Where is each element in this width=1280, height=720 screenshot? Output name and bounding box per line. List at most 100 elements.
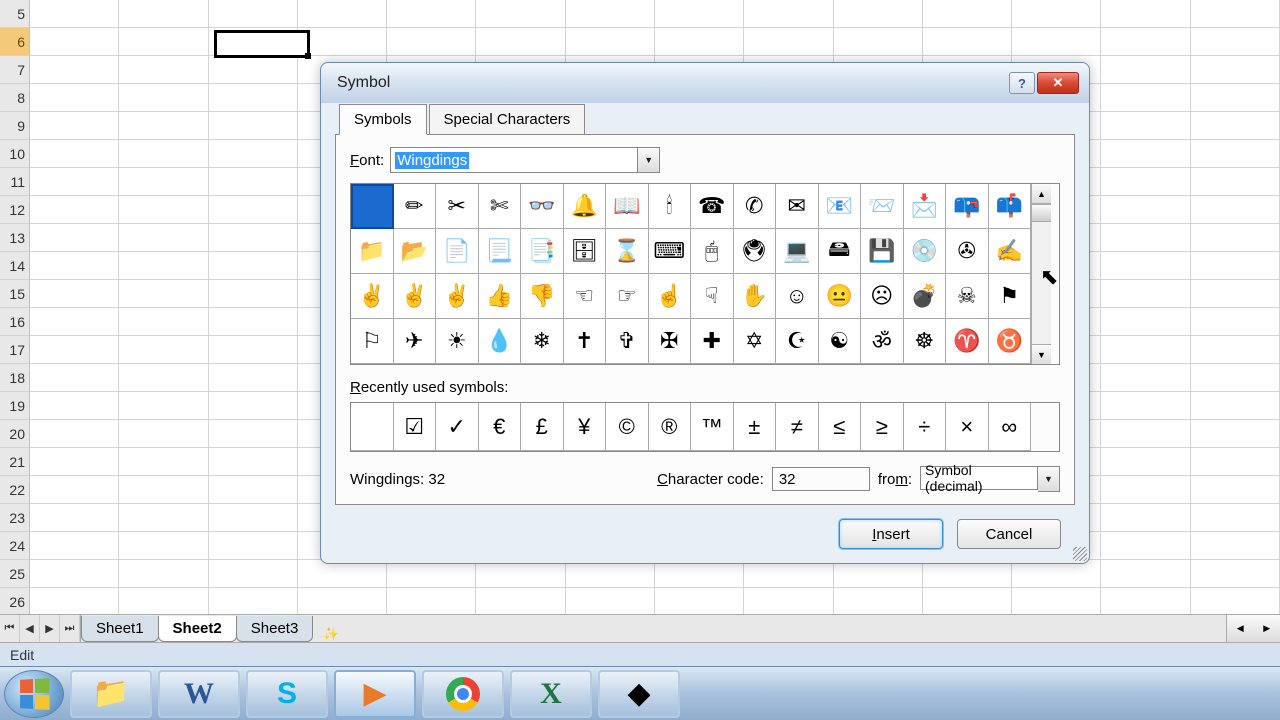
cell[interactable]	[1191, 84, 1280, 112]
symbol-cell[interactable]: ⚐	[351, 319, 394, 364]
cell[interactable]	[1191, 0, 1280, 28]
sheet-tab-1[interactable]: Sheet1	[81, 616, 159, 642]
symbol-cell[interactable]: ✆	[734, 184, 777, 229]
symbol-cell[interactable]: ☟	[691, 274, 734, 319]
cell[interactable]	[387, 28, 476, 56]
symbol-cell[interactable]: 👍	[479, 274, 522, 319]
cell[interactable]	[119, 0, 208, 28]
tab-special-characters[interactable]: Special Characters	[429, 104, 586, 135]
cell[interactable]	[30, 140, 119, 168]
cell[interactable]	[119, 560, 208, 588]
symbol-cell[interactable]: ☠	[946, 274, 989, 319]
cell[interactable]	[119, 168, 208, 196]
recent-symbol-cell[interactable]: ≤	[819, 403, 862, 451]
cell[interactable]	[119, 56, 208, 84]
recent-symbol-cell[interactable]: ∞	[989, 403, 1032, 451]
cell[interactable]	[1012, 0, 1101, 28]
row-header[interactable]: 26	[0, 588, 30, 616]
font-input[interactable]: Wingdings	[390, 147, 638, 173]
taskbar-chrome[interactable]	[422, 670, 504, 718]
cell[interactable]	[119, 84, 208, 112]
cell[interactable]	[30, 420, 119, 448]
sheet-nav-last[interactable]: ⏭	[60, 615, 80, 642]
taskbar-skype[interactable]: S	[246, 670, 328, 718]
row-header[interactable]: 19	[0, 392, 30, 420]
symbol-cell[interactable]: 💣	[904, 274, 947, 319]
cell[interactable]	[209, 280, 298, 308]
cell[interactable]	[30, 532, 119, 560]
sheet-tab-3[interactable]: Sheet3	[236, 616, 314, 642]
cell[interactable]	[30, 504, 119, 532]
cell[interactable]	[30, 308, 119, 336]
cell[interactable]	[30, 448, 119, 476]
taskbar-excel[interactable]: X	[510, 670, 592, 718]
row-header[interactable]: 14	[0, 252, 30, 280]
recent-symbol-cell[interactable]: €	[479, 403, 522, 451]
cell[interactable]	[1191, 140, 1280, 168]
taskbar-explorer[interactable]: 📁	[70, 670, 152, 718]
sheet-nav-prev[interactable]: ◀	[20, 615, 40, 642]
cell[interactable]	[1191, 168, 1280, 196]
recent-symbol-cell[interactable]: ☑	[394, 403, 437, 451]
cell[interactable]	[119, 476, 208, 504]
cell[interactable]	[1191, 56, 1280, 84]
symbol-cell[interactable]: 📫	[989, 184, 1032, 229]
symbol-cell[interactable]: 📄	[436, 229, 479, 274]
cell[interactable]	[209, 224, 298, 252]
cell[interactable]	[30, 336, 119, 364]
cell[interactable]	[387, 588, 476, 616]
cell[interactable]	[655, 588, 744, 616]
cell[interactable]	[119, 448, 208, 476]
symbol-cell[interactable]: 📧	[819, 184, 862, 229]
cell[interactable]	[566, 28, 655, 56]
recent-symbol-cell[interactable]	[351, 403, 394, 451]
cell[interactable]	[209, 588, 298, 616]
row-header[interactable]: 21	[0, 448, 30, 476]
taskbar-app[interactable]: ◆	[598, 670, 680, 718]
cell[interactable]	[119, 112, 208, 140]
cell[interactable]	[1101, 224, 1190, 252]
scroll-thumb[interactable]	[1032, 204, 1051, 222]
symbol-cell[interactable]: 📪	[946, 184, 989, 229]
symbol-cell[interactable]: 😐	[819, 274, 862, 319]
cancel-button[interactable]: Cancel	[957, 519, 1061, 549]
symbol-cell[interactable]: ✈	[394, 319, 437, 364]
symbol-cell[interactable]: ♈	[946, 319, 989, 364]
cell[interactable]	[1191, 392, 1280, 420]
cell[interactable]	[119, 504, 208, 532]
symbol-cell[interactable]: ✞	[606, 319, 649, 364]
symbol-cell[interactable]: ☀	[436, 319, 479, 364]
cell[interactable]	[1012, 560, 1101, 588]
sheet-tab-2[interactable]: Sheet2	[158, 616, 237, 642]
symbol-cell[interactable]: 👎	[521, 274, 564, 319]
symbol-cell[interactable]: ⚑	[989, 274, 1032, 319]
symbol-scrollbar[interactable]: ▲ ▼	[1031, 184, 1051, 364]
new-sheet-button[interactable]: ✨	[318, 626, 344, 642]
recent-symbol-cell[interactable]: ÷	[904, 403, 947, 451]
cell[interactable]	[209, 560, 298, 588]
cell[interactable]	[1101, 140, 1190, 168]
cell[interactable]	[1101, 448, 1190, 476]
cell[interactable]	[209, 420, 298, 448]
symbol-cell[interactable]: ✍	[989, 229, 1032, 274]
cell[interactable]	[209, 140, 298, 168]
sheet-nav-first[interactable]: ⏮	[0, 615, 20, 642]
symbol-cell[interactable]: ✠	[649, 319, 692, 364]
row-header[interactable]: 16	[0, 308, 30, 336]
cell[interactable]	[119, 336, 208, 364]
cell[interactable]	[655, 28, 744, 56]
symbol-cell[interactable]: ✂	[436, 184, 479, 229]
cell[interactable]	[1191, 532, 1280, 560]
cell[interactable]	[1191, 336, 1280, 364]
help-button[interactable]: ?	[1009, 72, 1035, 94]
sheet-nav-next[interactable]: ▶	[40, 615, 60, 642]
cell[interactable]	[30, 364, 119, 392]
row-header[interactable]: 9	[0, 112, 30, 140]
cell[interactable]	[209, 0, 298, 28]
symbol-cell[interactable]: 🕯	[649, 184, 692, 229]
cell[interactable]	[834, 588, 923, 616]
symbol-cell[interactable]: ☝	[649, 274, 692, 319]
resize-grip[interactable]	[1073, 547, 1087, 561]
cell[interactable]	[1101, 532, 1190, 560]
symbol-cell[interactable]: 🖴	[819, 229, 862, 274]
